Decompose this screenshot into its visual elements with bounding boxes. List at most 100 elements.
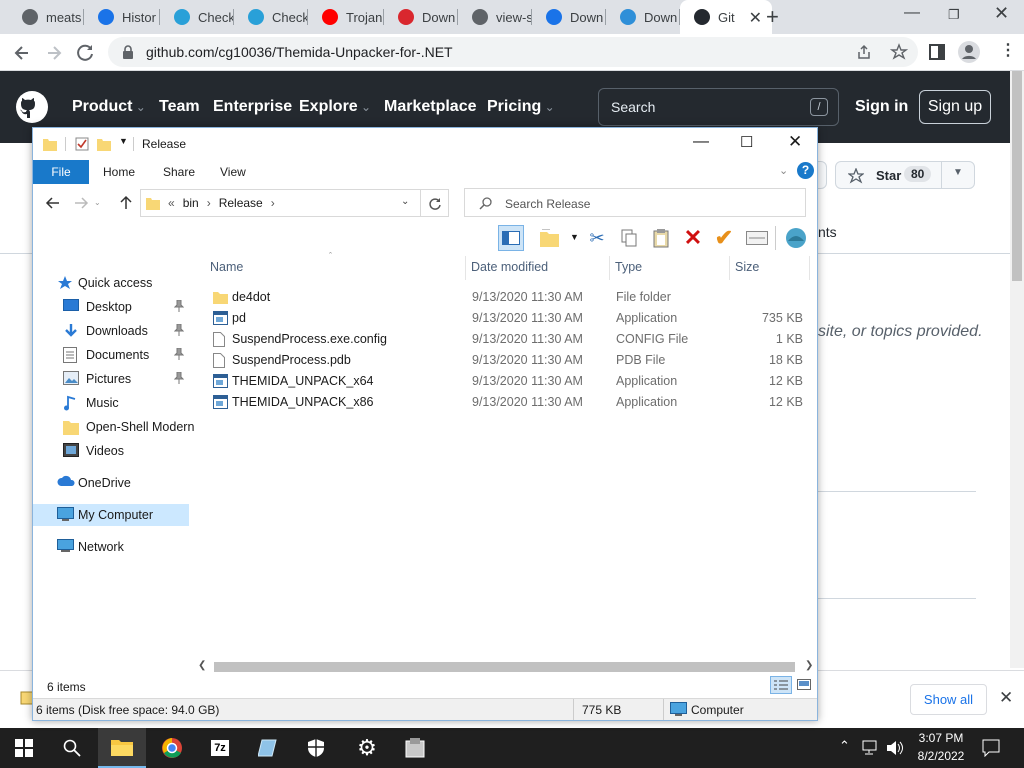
file-row[interactable]: SuspendProcess.pdb 9/13/2020 11:30 AM PDB …: [209, 350, 809, 371]
file-row[interactable]: de4dot 9/13/2020 11:30 AM File folder: [209, 287, 809, 308]
reload-icon[interactable]: [76, 43, 96, 63]
back-icon[interactable]: [12, 43, 32, 63]
column-header-type[interactable]: Type: [615, 260, 642, 274]
github-nav-pricing[interactable]: Pricing ⌄: [487, 98, 555, 116]
nav-item-my-computer[interactable]: My Computer: [33, 504, 189, 526]
breadcrumb-overflow[interactable]: «: [168, 196, 175, 210]
forward-icon[interactable]: [73, 195, 89, 211]
refresh-button[interactable]: [421, 189, 449, 217]
chevron-right-icon[interactable]: ›: [271, 196, 275, 210]
github-nav-explore[interactable]: Explore ⌄: [299, 98, 371, 116]
details-view-button[interactable]: [770, 676, 792, 694]
taskbar-chrome[interactable]: [148, 728, 196, 768]
search-release-input[interactable]: Search Release: [464, 188, 806, 217]
nav-item-downloads[interactable]: Downloads: [33, 320, 189, 342]
tab-home[interactable]: Home: [103, 165, 135, 179]
taskbar-app[interactable]: [244, 728, 292, 768]
recent-locations-icon[interactable]: ⌄: [94, 198, 101, 207]
divider[interactable]: [729, 256, 730, 280]
browser-tab[interactable]: meats: [8, 0, 84, 34]
star-button[interactable]: Star 80 ▼: [835, 161, 975, 189]
browser-tab[interactable]: Check: [160, 0, 234, 34]
shell-button[interactable]: [783, 225, 809, 251]
divider[interactable]: [809, 256, 810, 280]
restore-icon[interactable]: ❐: [948, 7, 960, 23]
minimize-icon[interactable]: —: [693, 133, 709, 151]
address-bar[interactable]: github.com/cg10036/Themida-Unpacker-for-…: [108, 37, 918, 67]
bookmark-star-icon[interactable]: [890, 43, 908, 61]
browser-tab[interactable]: Check: [234, 0, 308, 34]
rename-button[interactable]: ✔: [711, 225, 737, 251]
taskbar-app[interactable]: [391, 728, 439, 768]
sign-in-link[interactable]: Sign in: [855, 98, 908, 116]
file-row[interactable]: THEMIDA_UNPACK_x86 9/13/2020 11:30 AM Appl…: [209, 392, 809, 413]
browser-tab[interactable]: Git ✕: [680, 0, 772, 34]
delete-button[interactable]: ✕: [680, 225, 706, 251]
volume-icon[interactable]: [886, 740, 904, 756]
file-row[interactable]: SuspendProcess.exe.config 9/13/2020 11:30…: [209, 329, 809, 350]
tab-file[interactable]: File: [33, 160, 89, 184]
nav-item-open-shell-modern[interactable]: Open-Shell Modern: [33, 416, 194, 438]
explorer-address-bar[interactable]: « bin › Release › ⌄: [140, 189, 421, 217]
github-nav-product[interactable]: Product ⌄: [72, 98, 146, 116]
side-panel-icon[interactable]: [929, 44, 945, 60]
scrollbar-thumb[interactable]: [1012, 71, 1022, 281]
nav-item-videos[interactable]: Videos: [33, 440, 189, 462]
up-arrow-icon[interactable]: [118, 195, 134, 211]
column-header-name[interactable]: Name: [210, 260, 243, 274]
browser-tab[interactable]: Down: [532, 0, 606, 34]
tab-share[interactable]: Share: [163, 165, 195, 179]
search-button[interactable]: [48, 728, 96, 768]
github-logo-icon[interactable]: [16, 91, 48, 123]
paste-button[interactable]: [648, 225, 674, 251]
scroll-left-icon[interactable]: ❮: [198, 660, 206, 671]
taskbar-settings[interactable]: ⚙: [343, 728, 391, 768]
github-nav-marketplace[interactable]: Marketplace: [384, 98, 477, 116]
new-folder-icon[interactable]: [97, 137, 111, 151]
maximize-icon[interactable]: ☐: [740, 133, 753, 151]
sign-up-button[interactable]: Sign up: [919, 90, 991, 124]
nav-item-network[interactable]: Network: [33, 536, 189, 558]
browser-tab[interactable]: Trojan: [308, 0, 384, 34]
start-button[interactable]: [0, 728, 48, 768]
breadcrumb-release[interactable]: Release: [219, 196, 263, 210]
browser-tab[interactable]: Down: [606, 0, 680, 34]
large-icons-view-button[interactable]: [795, 676, 813, 694]
show-all-button[interactable]: Show all: [910, 684, 987, 715]
column-header-size[interactable]: Size: [735, 260, 759, 274]
cut-button[interactable]: ✂: [584, 225, 610, 251]
close-window-icon[interactable]: ✕: [994, 3, 1009, 24]
nav-item-music[interactable]: Music: [33, 392, 189, 414]
column-header-date[interactable]: Date modified: [471, 260, 548, 274]
nav-item-pictures[interactable]: Pictures: [33, 368, 189, 390]
chevron-right-icon[interactable]: ›: [207, 196, 211, 210]
profile-icon[interactable]: [958, 41, 980, 63]
file-row[interactable]: pd 9/13/2020 11:30 AM Application 735 KB: [209, 308, 809, 329]
clock-time[interactable]: 3:07 PM: [916, 731, 966, 745]
new-tab-button[interactable]: +: [766, 4, 779, 30]
browser-tab[interactable]: Histor: [84, 0, 160, 34]
nav-item-quick-access[interactable]: Quick access: [33, 272, 189, 294]
github-nav-team[interactable]: Team: [159, 98, 200, 116]
preview-pane-button[interactable]: [498, 225, 524, 251]
chevron-down-icon[interactable]: ▼: [570, 232, 579, 242]
nav-item-onedrive[interactable]: OneDrive: [33, 472, 189, 494]
properties-icon[interactable]: [75, 137, 89, 151]
menu-kebab-icon[interactable]: ⋮: [1000, 40, 1016, 60]
chevron-down-icon[interactable]: ▼: [119, 136, 128, 146]
chevron-up-icon[interactable]: ⌃: [839, 738, 850, 754]
scrollbar-thumb[interactable]: [214, 662, 795, 672]
minimize-icon[interactable]: —: [904, 4, 920, 22]
close-shelf-icon[interactable]: ✕: [999, 688, 1013, 708]
ribbon-expand-icon[interactable]: ⌄: [779, 164, 788, 177]
help-icon[interactable]: ?: [797, 162, 814, 179]
horizontal-scrollbar[interactable]: ❮ ❯: [198, 659, 815, 675]
network-tray-icon[interactable]: [862, 740, 880, 756]
taskbar-file-explorer[interactable]: [98, 728, 146, 768]
explorer-title-bar[interactable]: ▼ Release — ☐ ✕: [33, 128, 817, 160]
github-nav-enterprise[interactable]: Enterprise: [213, 98, 292, 116]
clock-date[interactable]: 8/2/2022: [916, 749, 966, 763]
back-icon[interactable]: [45, 195, 61, 211]
taskbar-7zip[interactable]: 7z: [196, 728, 244, 768]
browser-tab[interactable]: view-s: [458, 0, 532, 34]
